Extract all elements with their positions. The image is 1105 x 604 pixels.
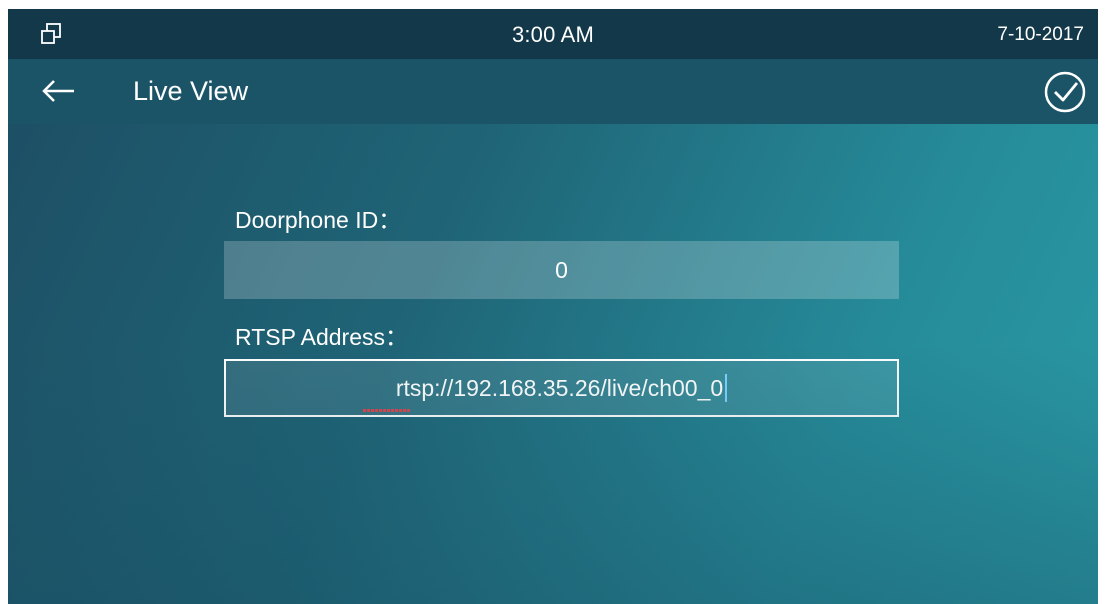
- status-date: 7-10-2017: [997, 24, 1084, 45]
- page-title: Live View: [133, 76, 249, 106]
- doorphone-id-label: Doorphone ID：: [235, 207, 402, 233]
- spellcheck-underline: [363, 409, 411, 412]
- check-circle-icon[interactable]: [1042, 69, 1088, 115]
- arrow-left-icon[interactable]: [40, 79, 76, 103]
- rtsp-address-label: RTSP Address：: [235, 324, 409, 350]
- text-caret: [725, 373, 728, 402]
- status-bar: 3:00 AM 7-10-2017: [8, 9, 1098, 59]
- title-bar: Live View: [8, 59, 1098, 124]
- doorphone-id-field[interactable]: 0: [224, 241, 899, 299]
- rtsp-address-field[interactable]: rtsp://192.168.35.26/live/ch00_0: [224, 359, 899, 417]
- status-time: 3:00 AM: [511, 22, 595, 47]
- rtsp-address-value: rtsp://192.168.35.26/live/ch00_0: [395, 375, 724, 401]
- doorphone-id-value: 0: [555, 257, 568, 283]
- screen: 3:00 AM 7-10-2017 Live View Doorphone ID…: [8, 9, 1098, 604]
